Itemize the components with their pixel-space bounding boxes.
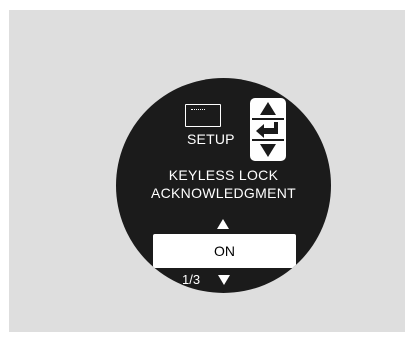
page-indicator: 1/3 [182, 272, 201, 287]
navigation-pad[interactable] [250, 98, 286, 161]
setting-value: ON [214, 243, 235, 259]
up-arrow-icon[interactable] [250, 98, 286, 119]
down-arrow-icon[interactable] [250, 140, 286, 161]
setting-value-box[interactable]: ON [153, 234, 296, 268]
setting-title-line-1: KEYLESS LOCK [168, 167, 279, 183]
scroll-up-arrow-icon[interactable] [217, 219, 229, 229]
setting-title-line-2: ACKNOWLEDGMENT [151, 185, 296, 201]
circular-display: SETUP KEYLESS LOCK ACKNOWLEDGMENT ON 1/3 [116, 78, 331, 293]
enter-icon[interactable] [250, 119, 286, 140]
setup-label: SETUP [187, 131, 235, 147]
setup-icon [185, 104, 221, 127]
scroll-down-arrow-icon[interactable] [218, 275, 230, 285]
display-panel: SETUP KEYLESS LOCK ACKNOWLEDGMENT ON 1/3 [9, 10, 405, 332]
